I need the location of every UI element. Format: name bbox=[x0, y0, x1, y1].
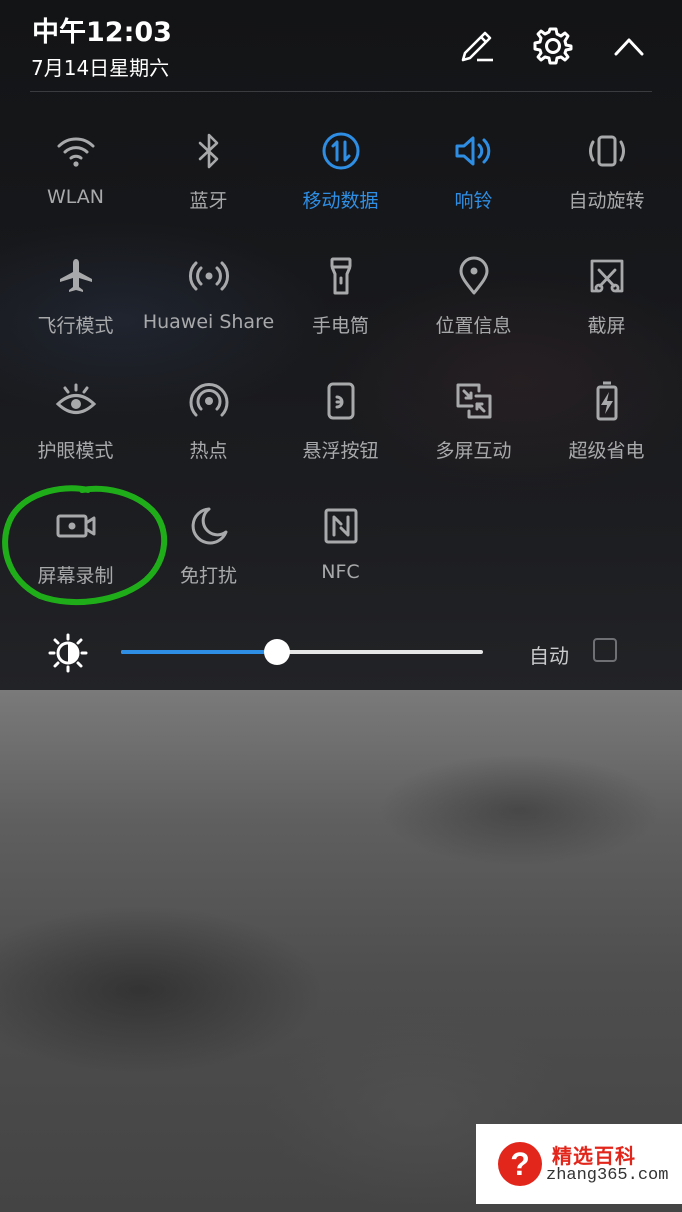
tile-ringer[interactable]: 响铃 bbox=[407, 126, 540, 236]
battery-saver-icon bbox=[596, 381, 617, 421]
watermark: ? 精选百科 zhang365.com bbox=[476, 1124, 682, 1204]
eye-icon bbox=[55, 383, 96, 414]
watermark-url: zhang365.com bbox=[546, 1166, 669, 1185]
tile-bluetooth[interactable]: 蓝牙 bbox=[142, 126, 275, 236]
bluetooth-icon bbox=[198, 133, 218, 169]
nfc-icon bbox=[324, 508, 357, 544]
speaker-icon bbox=[455, 136, 490, 166]
edit-button[interactable] bbox=[453, 22, 501, 70]
notification-panel: 中午12:03 7月14日星期六 WLAN 蓝牙 移动数据 响铃 自动旋转 飞行… bbox=[0, 0, 682, 690]
auto-rotate-icon bbox=[588, 135, 625, 167]
tile-airplane[interactable]: 飞行模式 bbox=[9, 251, 142, 361]
huawei-share-icon bbox=[188, 261, 229, 291]
tile-screenshot[interactable]: 截屏 bbox=[540, 251, 673, 361]
tile-label: Huawei Share bbox=[142, 311, 275, 333]
tile-label: 多屏互动 bbox=[435, 440, 512, 462]
screenshot-icon bbox=[590, 259, 623, 293]
tile-wlan[interactable]: WLAN bbox=[9, 126, 142, 236]
collapse-button[interactable] bbox=[605, 22, 653, 70]
edit-icon bbox=[461, 31, 493, 62]
tile-hotspot[interactable]: 热点 bbox=[142, 376, 275, 486]
question-icon: ? bbox=[498, 1142, 542, 1186]
chevron-up-icon bbox=[614, 38, 644, 56]
status-date: 7月14日星期六 bbox=[31, 56, 170, 80]
multi-screen-icon bbox=[456, 383, 491, 419]
annotation-circle bbox=[2, 485, 167, 606]
tile-nfc[interactable]: NFC bbox=[274, 501, 407, 611]
wifi-icon bbox=[57, 137, 94, 167]
screen: 中午12:03 7月14日星期六 WLAN 蓝牙 移动数据 响铃 自动旋转 飞行… bbox=[0, 0, 682, 1212]
tile-label: 截屏 bbox=[587, 315, 626, 337]
auto-brightness-label: 自动 bbox=[529, 644, 569, 668]
tile-label: WLAN bbox=[46, 186, 105, 208]
tile-label: 移动数据 bbox=[302, 190, 379, 212]
tile-label: 蓝牙 bbox=[189, 190, 228, 212]
flashlight-icon bbox=[330, 257, 351, 295]
tile-power-saver[interactable]: 超级省电 bbox=[540, 376, 673, 486]
tile-flashlight[interactable]: 手电筒 bbox=[274, 251, 407, 361]
tile-location[interactable]: 位置信息 bbox=[407, 251, 540, 361]
brightness-slider-fill bbox=[121, 650, 277, 654]
tile-label: 护眼模式 bbox=[37, 440, 114, 462]
status-time: 中午12:03 bbox=[32, 17, 172, 48]
brightness-icon bbox=[48, 633, 88, 673]
tile-label: 响铃 bbox=[454, 190, 493, 212]
settings-button[interactable] bbox=[529, 22, 577, 70]
mobile-data-icon bbox=[322, 132, 359, 170]
tile-label: 飞行模式 bbox=[37, 315, 114, 337]
auto-brightness-checkbox[interactable] bbox=[593, 638, 617, 662]
floating-button-icon bbox=[327, 382, 354, 420]
tile-floating-button[interactable]: 悬浮按钮 bbox=[274, 376, 407, 486]
tile-huawei-share[interactable]: Huawei Share bbox=[142, 251, 275, 361]
tile-eye-comfort[interactable]: 护眼模式 bbox=[9, 376, 142, 486]
hotspot-icon bbox=[189, 383, 228, 417]
location-icon bbox=[459, 256, 488, 295]
gear-icon bbox=[533, 27, 573, 65]
moon-icon bbox=[191, 507, 227, 545]
tile-label: NFC bbox=[321, 561, 360, 583]
tile-label: 悬浮按钮 bbox=[302, 440, 379, 462]
tile-label: 超级省电 bbox=[568, 440, 645, 462]
brightness-slider[interactable] bbox=[121, 639, 483, 665]
tile-multi-screen[interactable]: 多屏互动 bbox=[407, 376, 540, 486]
tile-label: 热点 bbox=[189, 440, 228, 462]
tile-label: 位置信息 bbox=[435, 315, 512, 337]
tile-mobile-data[interactable]: 移动数据 bbox=[274, 126, 407, 236]
tile-label: 手电筒 bbox=[311, 315, 369, 337]
watermark-title: 精选百科 bbox=[552, 1144, 636, 1168]
brightness-slider-thumb[interactable] bbox=[264, 639, 290, 665]
tile-auto-rotate[interactable]: 自动旋转 bbox=[540, 126, 673, 236]
airplane-icon bbox=[59, 259, 92, 292]
tile-label: 自动旋转 bbox=[568, 190, 645, 212]
header-divider bbox=[30, 91, 652, 92]
